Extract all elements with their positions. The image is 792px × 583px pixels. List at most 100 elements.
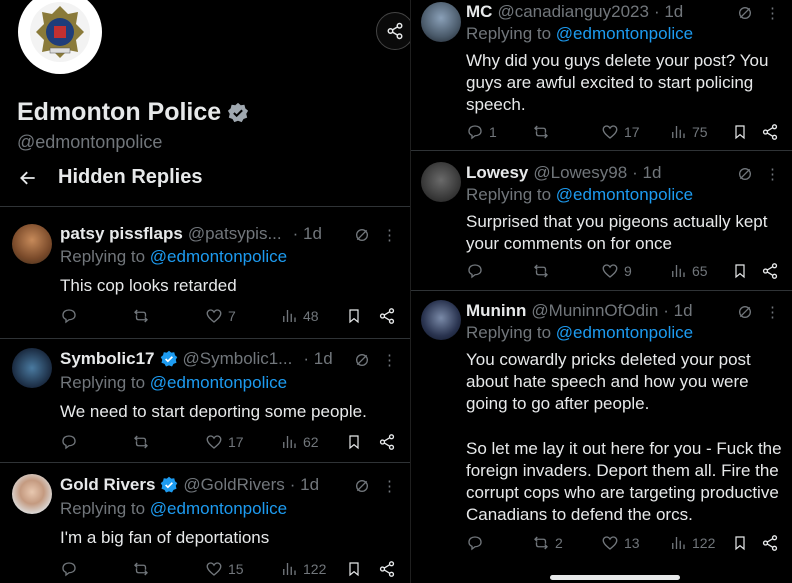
avatar[interactable] [12, 348, 52, 388]
replying-to-link[interactable]: @edmontonpolice [150, 373, 287, 392]
author-handle: @patsypis... [187, 224, 282, 243]
heart-icon [602, 125, 618, 139]
reply-button[interactable]: 1 [466, 123, 497, 141]
analytics-icon [672, 126, 685, 138]
views-button[interactable]: 65 [669, 262, 708, 280]
post-time: · 1d [653, 2, 684, 21]
replying-to-link[interactable]: @edmontonpolice [150, 247, 287, 266]
more-options-icon[interactable]: ⋮ [765, 303, 780, 321]
reply-button[interactable] [60, 560, 83, 578]
replying-to-link[interactable]: @edmontonpolice [556, 24, 693, 43]
bookmark-icon [349, 435, 359, 450]
like-button[interactable]: 17 [601, 123, 640, 141]
share-post-button[interactable] [761, 262, 779, 280]
views-button[interactable]: 48 [280, 307, 319, 325]
avatar[interactable] [421, 300, 461, 340]
share-icon [387, 22, 403, 40]
views-button[interactable]: 122 [280, 560, 326, 578]
reply-author[interactable]: MC @canadianguy2023 · 1d [466, 2, 683, 22]
bookmark-button[interactable] [346, 307, 362, 325]
like-count: 7 [228, 308, 236, 324]
comment-icon [62, 435, 76, 450]
more-options-icon[interactable]: ⋮ [765, 165, 780, 183]
reply-author[interactable]: Lowesy @Lowesy98 · 1d [466, 163, 661, 183]
share-post-button[interactable] [378, 433, 396, 451]
replying-to-link[interactable]: @edmontonpolice [556, 323, 693, 342]
comment-icon [468, 536, 482, 551]
reply-author[interactable]: patsy pissflaps @patsypis... · 1d [60, 224, 322, 244]
replying-to-link[interactable]: @edmontonpolice [556, 185, 693, 204]
repost-button[interactable] [532, 262, 555, 280]
more-options-icon[interactable]: ⋮ [382, 477, 397, 495]
bookmark-icon [735, 264, 745, 279]
share-post-button[interactable] [761, 534, 779, 552]
hidden-replies-header: Hidden Replies [18, 166, 202, 189]
reply-item[interactable]: Gold Rivers @GoldRivers · 1d ⋮ Replying … [0, 462, 410, 583]
home-indicator[interactable] [550, 575, 680, 580]
reply-item[interactable]: Symbolic17 @Symbolic1... · 1d ⋮ Replying… [0, 338, 410, 462]
more-options-icon[interactable]: ⋮ [765, 4, 780, 22]
grok-icon[interactable] [737, 304, 753, 320]
profile-avatar[interactable] [18, 0, 102, 74]
back-arrow-icon[interactable] [18, 168, 38, 188]
like-button[interactable]: 15 [205, 560, 244, 578]
reply-text-continued: So let me lay it out here for you - Fuck… [466, 439, 782, 524]
share-post-button[interactable] [761, 123, 779, 141]
reply-button[interactable] [60, 307, 83, 325]
repost-button[interactable] [132, 433, 155, 451]
avatar[interactable] [421, 162, 461, 202]
grok-icon[interactable] [737, 5, 753, 21]
bookmark-button[interactable] [732, 262, 748, 280]
repost-icon [134, 562, 148, 576]
heart-icon [206, 309, 222, 323]
like-button[interactable]: 7 [205, 307, 236, 325]
views-button[interactable]: 75 [669, 123, 708, 141]
grok-icon[interactable] [737, 166, 753, 182]
more-options-icon[interactable]: ⋮ [382, 351, 397, 369]
share-post-button[interactable] [378, 560, 396, 578]
views-button[interactable]: 62 [280, 433, 319, 451]
grok-icon[interactable] [354, 227, 370, 243]
author-name: Symbolic17 [60, 349, 155, 368]
bookmark-button[interactable] [346, 560, 362, 578]
verified-badge-icon [228, 102, 249, 122]
comment-icon [468, 264, 482, 279]
bookmark-button[interactable] [732, 123, 748, 141]
avatar[interactable] [12, 474, 52, 514]
reply-menu: ⋮ [737, 303, 780, 321]
grok-icon[interactable] [354, 352, 370, 368]
view-count: 75 [692, 124, 708, 140]
reply-author[interactable]: Muninn @MuninnOfOdin · 1d [466, 301, 693, 321]
avatar[interactable] [421, 2, 461, 42]
repost-button[interactable] [132, 307, 155, 325]
bookmark-button[interactable] [346, 433, 362, 451]
grok-icon[interactable] [354, 478, 370, 494]
like-button[interactable]: 9 [601, 262, 632, 280]
repost-button[interactable]: 2 [532, 534, 563, 552]
reply-author[interactable]: Symbolic17 @Symbolic1... · 1d [60, 349, 333, 369]
reply-button[interactable] [466, 534, 489, 552]
more-options-icon[interactable]: ⋮ [382, 226, 397, 244]
bookmark-button[interactable] [732, 534, 748, 552]
reply-item[interactable]: patsy pissflaps @patsypis... · 1d ⋮ Repl… [0, 206, 410, 338]
replying-to: Replying to @edmontonpolice [466, 24, 693, 44]
share-post-button[interactable] [378, 307, 396, 325]
repost-button[interactable] [532, 123, 555, 141]
like-button[interactable]: 13 [601, 534, 640, 552]
reply-author[interactable]: Gold Rivers @GoldRivers · 1d [60, 475, 319, 495]
share-button[interactable] [376, 12, 410, 50]
replying-prefix: Replying to [60, 373, 146, 392]
repost-count: 2 [555, 535, 563, 551]
reply-item[interactable]: MC @canadianguy2023 · 1d ⋮ Replying to @… [411, 0, 792, 150]
share-icon [379, 561, 395, 577]
reply-button[interactable] [466, 262, 489, 280]
reply-item[interactable]: Lowesy @Lowesy98 · 1d ⋮ Replying to @edm… [411, 150, 792, 290]
avatar[interactable] [12, 224, 52, 264]
repost-icon [534, 264, 548, 278]
reply-button[interactable] [60, 433, 83, 451]
repost-button[interactable] [132, 560, 155, 578]
like-button[interactable]: 17 [205, 433, 244, 451]
replying-to-link[interactable]: @edmontonpolice [150, 499, 287, 518]
reply-item[interactable]: Muninn @MuninnOfOdin · 1d ⋮ Replying to … [411, 290, 792, 583]
views-button[interactable]: 122 [669, 534, 715, 552]
